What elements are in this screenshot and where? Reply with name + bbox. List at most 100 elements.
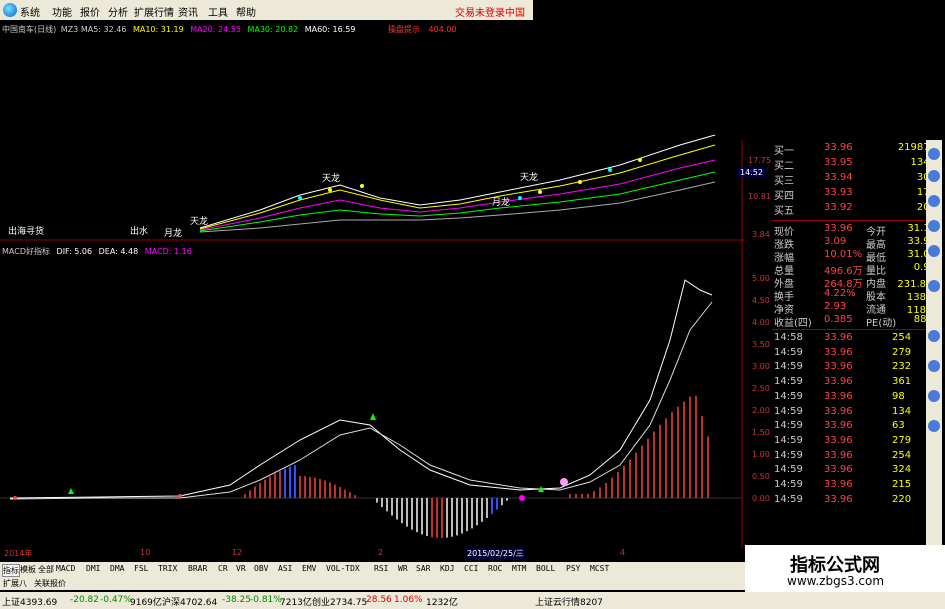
- kline-label-tianlong1: 天龙: [322, 174, 341, 184]
- sub-tabs: 扩展八 关联报价: [0, 577, 745, 590]
- time-label-12: 12: [232, 548, 243, 557]
- bid-row: 买二 33.95 1349: [774, 157, 940, 172]
- indicator-tab[interactable]: PSY: [566, 564, 580, 573]
- tick-time: 14:59: [774, 434, 803, 446]
- tick-row: 14:5933.96134S: [774, 406, 940, 421]
- indicator-tab[interactable]: MTM: [512, 564, 526, 573]
- toolbar-button-10-icon[interactable]: [928, 420, 940, 432]
- quote-divider: [772, 329, 942, 330]
- bid-row: 买五33.92208: [774, 202, 940, 217]
- tick-row: 14:5933.96361S: [774, 376, 940, 391]
- tick-volume: 279: [892, 346, 912, 358]
- indicator-tab[interactable]: TRIX: [158, 564, 177, 573]
- indicator-tab[interactable]: 指标: [2, 564, 20, 577]
- menu-ext-quote[interactable]: 扩展行情: [134, 4, 174, 19]
- tick-price: 33.96: [824, 361, 853, 373]
- tick-time: 14:59: [774, 376, 803, 388]
- bid-price: 33.93: [824, 187, 853, 198]
- macd-axis-label: 4.00: [752, 318, 770, 327]
- login-status[interactable]: 交易未登录: [455, 4, 505, 19]
- indicator-tab[interactable]: WR: [398, 564, 408, 573]
- status-sh-amt: 9169亿: [130, 598, 162, 608]
- indicator-tab[interactable]: ROC: [488, 564, 502, 573]
- status-sh[interactable]: 上证4393.69: [2, 595, 57, 608]
- indicator-tab[interactable]: CCI: [464, 564, 478, 573]
- menu-function[interactable]: 功能: [52, 4, 72, 19]
- stat-label: 收益(四): [774, 318, 812, 329]
- indicator-tab[interactable]: MCST: [590, 564, 609, 573]
- menu-help[interactable]: 帮助: [236, 4, 256, 19]
- menu-news[interactable]: 资讯: [178, 4, 198, 19]
- tick-price: 33.96: [824, 464, 853, 476]
- status-cy-chg: 28.56: [366, 595, 392, 605]
- status-cy-amt: 1232亿: [426, 598, 458, 608]
- app-logo-icon: [3, 3, 17, 17]
- toolbar-button-2-icon[interactable]: [928, 170, 940, 182]
- chart-area[interactable]: 中国南车(日线) MZ3 MA5: 32.46 MA10: 31.19 MA20…: [0, 20, 771, 548]
- tick-price: 33.96: [824, 405, 853, 417]
- status-hs[interactable]: 沪深4702.64: [162, 595, 217, 608]
- dif-line: [9, 279, 713, 499]
- kline-label-yuelong: 月龙: [492, 198, 511, 208]
- indicator-tab[interactable]: VOL-TDX: [326, 564, 360, 573]
- tick-volume: 63: [892, 420, 905, 432]
- tick-volume: 361: [892, 376, 912, 388]
- kline-label-bottom-left: 出海寻货: [8, 227, 45, 237]
- toolbar-button-9-icon[interactable]: [928, 390, 940, 402]
- tick-volume: 220: [892, 493, 912, 505]
- ma30-line: [199, 171, 716, 232]
- toolbar-button-8-icon[interactable]: [928, 360, 940, 372]
- indicator-tab[interactable]: BRAR: [188, 564, 207, 573]
- status-hs-amt: 7213亿: [280, 598, 312, 608]
- indicator-tab[interactable]: KDJ: [440, 564, 454, 573]
- toolbar-button-5-icon[interactable]: [928, 245, 940, 257]
- tab-ext8[interactable]: 扩展八: [3, 578, 27, 589]
- toolbar-button-6-icon[interactable]: [928, 280, 940, 292]
- tick-volume: 254: [892, 449, 912, 461]
- indicator-tab[interactable]: BOLL: [536, 564, 555, 573]
- menu-quote[interactable]: 报价: [80, 4, 100, 19]
- stat-value: 33.96: [824, 223, 853, 234]
- indicator-tab[interactable]: ASI: [278, 564, 292, 573]
- toolbar-button-4-icon[interactable]: [928, 220, 940, 232]
- indicator-tab[interactable]: CR: [218, 564, 228, 573]
- indicator-tabs: 指标 模板 全部 MACD DMI DMA FSL TRIX BRAR CR VR OBV ASI EMV…: [0, 562, 745, 577]
- indicator-tab[interactable]: SAR: [416, 564, 430, 573]
- bid-price: 33.96: [824, 142, 853, 153]
- indicator-tab[interactable]: 全部: [38, 564, 54, 575]
- toolbar-button-3-icon[interactable]: [928, 195, 940, 207]
- tick-volume: 134: [892, 405, 912, 417]
- toolbar-button-7-icon[interactable]: [928, 330, 940, 342]
- tick-time: 14:59: [774, 464, 803, 476]
- tick-time: 14:58: [774, 332, 803, 343]
- status-hs-chg: -38.25: [222, 595, 252, 605]
- indicator-tab[interactable]: DMA: [110, 564, 124, 573]
- menu-tools[interactable]: 工具: [208, 4, 228, 19]
- indicator-tab[interactable]: FSL: [134, 564, 148, 573]
- indicator-tab[interactable]: OBV: [254, 564, 268, 573]
- time-label-cursor-date: 2015/02/25/三: [465, 548, 526, 559]
- indicator-tab[interactable]: MACD: [56, 564, 75, 573]
- status-hs-pct: -0.81%: [250, 595, 282, 605]
- menu-system[interactable]: 系统: [20, 4, 40, 19]
- menu-analysis[interactable]: 分析: [108, 4, 128, 19]
- bid-row: 买四33.93174: [774, 187, 940, 202]
- macd-dea: DEA: 4.48: [98, 247, 139, 256]
- ma20-line: [199, 159, 716, 231]
- toolbar-button-1-icon[interactable]: [928, 148, 940, 160]
- macd-axis-label: 3.00: [752, 362, 770, 371]
- macd-dif: DIF: 5.06: [56, 247, 93, 256]
- indicator-tab[interactable]: EMV: [302, 564, 316, 573]
- bid-price: 33.94: [824, 172, 853, 183]
- right-toolbar: [926, 140, 942, 546]
- macd-axis-label: 0.50: [752, 472, 770, 481]
- dea-line: [9, 301, 713, 500]
- indicator-tab[interactable]: DMI: [86, 564, 100, 573]
- status-cy[interactable]: 创业2734.75: [312, 595, 367, 608]
- indicator-tab[interactable]: RSI: [374, 564, 388, 573]
- macd-axis-label: 2.00: [752, 406, 770, 415]
- indicator-tab[interactable]: VR: [236, 564, 246, 573]
- status-cloud[interactable]: 上证云行情8207: [535, 595, 603, 608]
- indicator-tab[interactable]: 模板: [20, 564, 36, 575]
- tab-related-quote[interactable]: 关联报价: [34, 578, 66, 589]
